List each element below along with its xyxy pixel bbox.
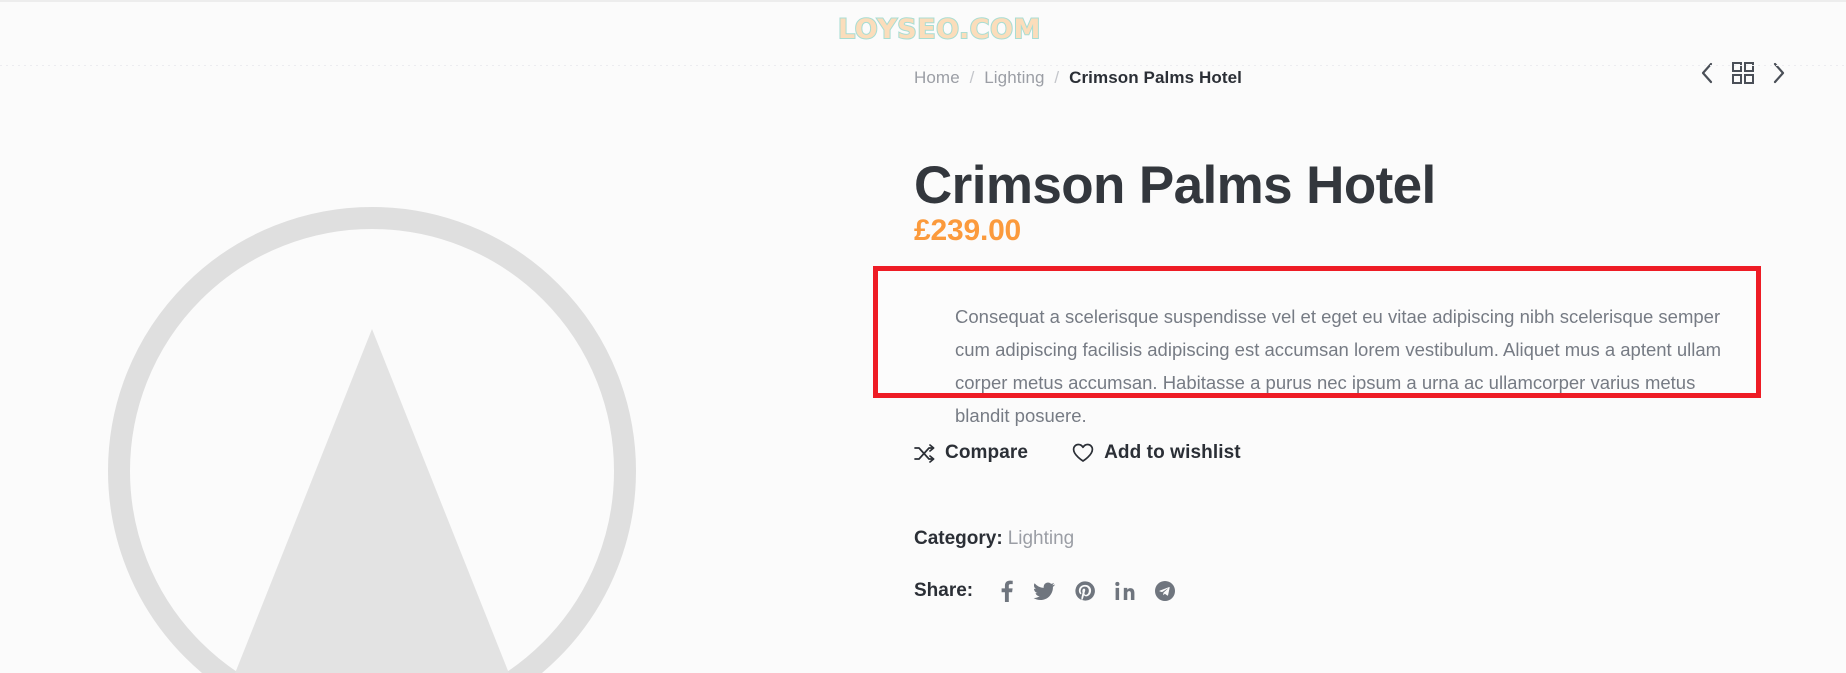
placeholder-triangle <box>224 329 520 673</box>
share-row: Share: <box>914 580 1176 602</box>
compare-button[interactable]: Compare <box>914 442 1028 464</box>
breadcrumb-separator: / <box>969 68 975 87</box>
product-price: £239.00 <box>914 214 1022 247</box>
site-watermark: LOYSEO.COM <box>837 13 1041 46</box>
breadcrumb-item-home[interactable]: Home <box>914 68 960 87</box>
category-label: Category: <box>914 528 1003 549</box>
header-divider <box>0 65 1846 66</box>
wishlist-label: Add to wishlist <box>1104 442 1241 463</box>
twitter-icon[interactable] <box>1033 582 1056 601</box>
linkedin-icon[interactable] <box>1115 581 1135 601</box>
breadcrumb-separator: / <box>1054 68 1060 87</box>
share-label: Share: <box>914 580 974 601</box>
category-value[interactable]: Lighting <box>1008 528 1075 549</box>
product-description: Consequat a scelerisque suspendisse vel … <box>955 305 1722 426</box>
breadcrumb-item-lighting[interactable]: Lighting <box>984 68 1044 87</box>
page-title: Crimson Palms Hotel <box>914 155 1436 215</box>
compare-shuffle-icon <box>914 443 935 463</box>
heart-icon <box>1072 443 1094 463</box>
add-to-wishlist-button[interactable]: Add to wishlist <box>1072 442 1241 464</box>
product-category: Category: Lighting <box>914 528 1074 550</box>
product-page: LOYSEO.COM Home / Lighting / Crimson Pal… <box>0 0 1846 673</box>
share-icons <box>1001 580 1176 602</box>
pinterest-icon[interactable] <box>1075 581 1096 601</box>
product-gallery[interactable] <box>0 72 880 673</box>
breadcrumb: Home / Lighting / Crimson Palms Hotel <box>914 68 1242 88</box>
telegram-icon[interactable] <box>1155 581 1176 601</box>
breadcrumb-item-current: Crimson Palms Hotel <box>1069 68 1242 87</box>
compare-label: Compare <box>945 442 1029 463</box>
product-actions: Compare Add to wishlist <box>914 442 1241 464</box>
image-placeholder-icon[interactable] <box>108 207 636 673</box>
facebook-icon[interactable] <box>1001 580 1013 602</box>
